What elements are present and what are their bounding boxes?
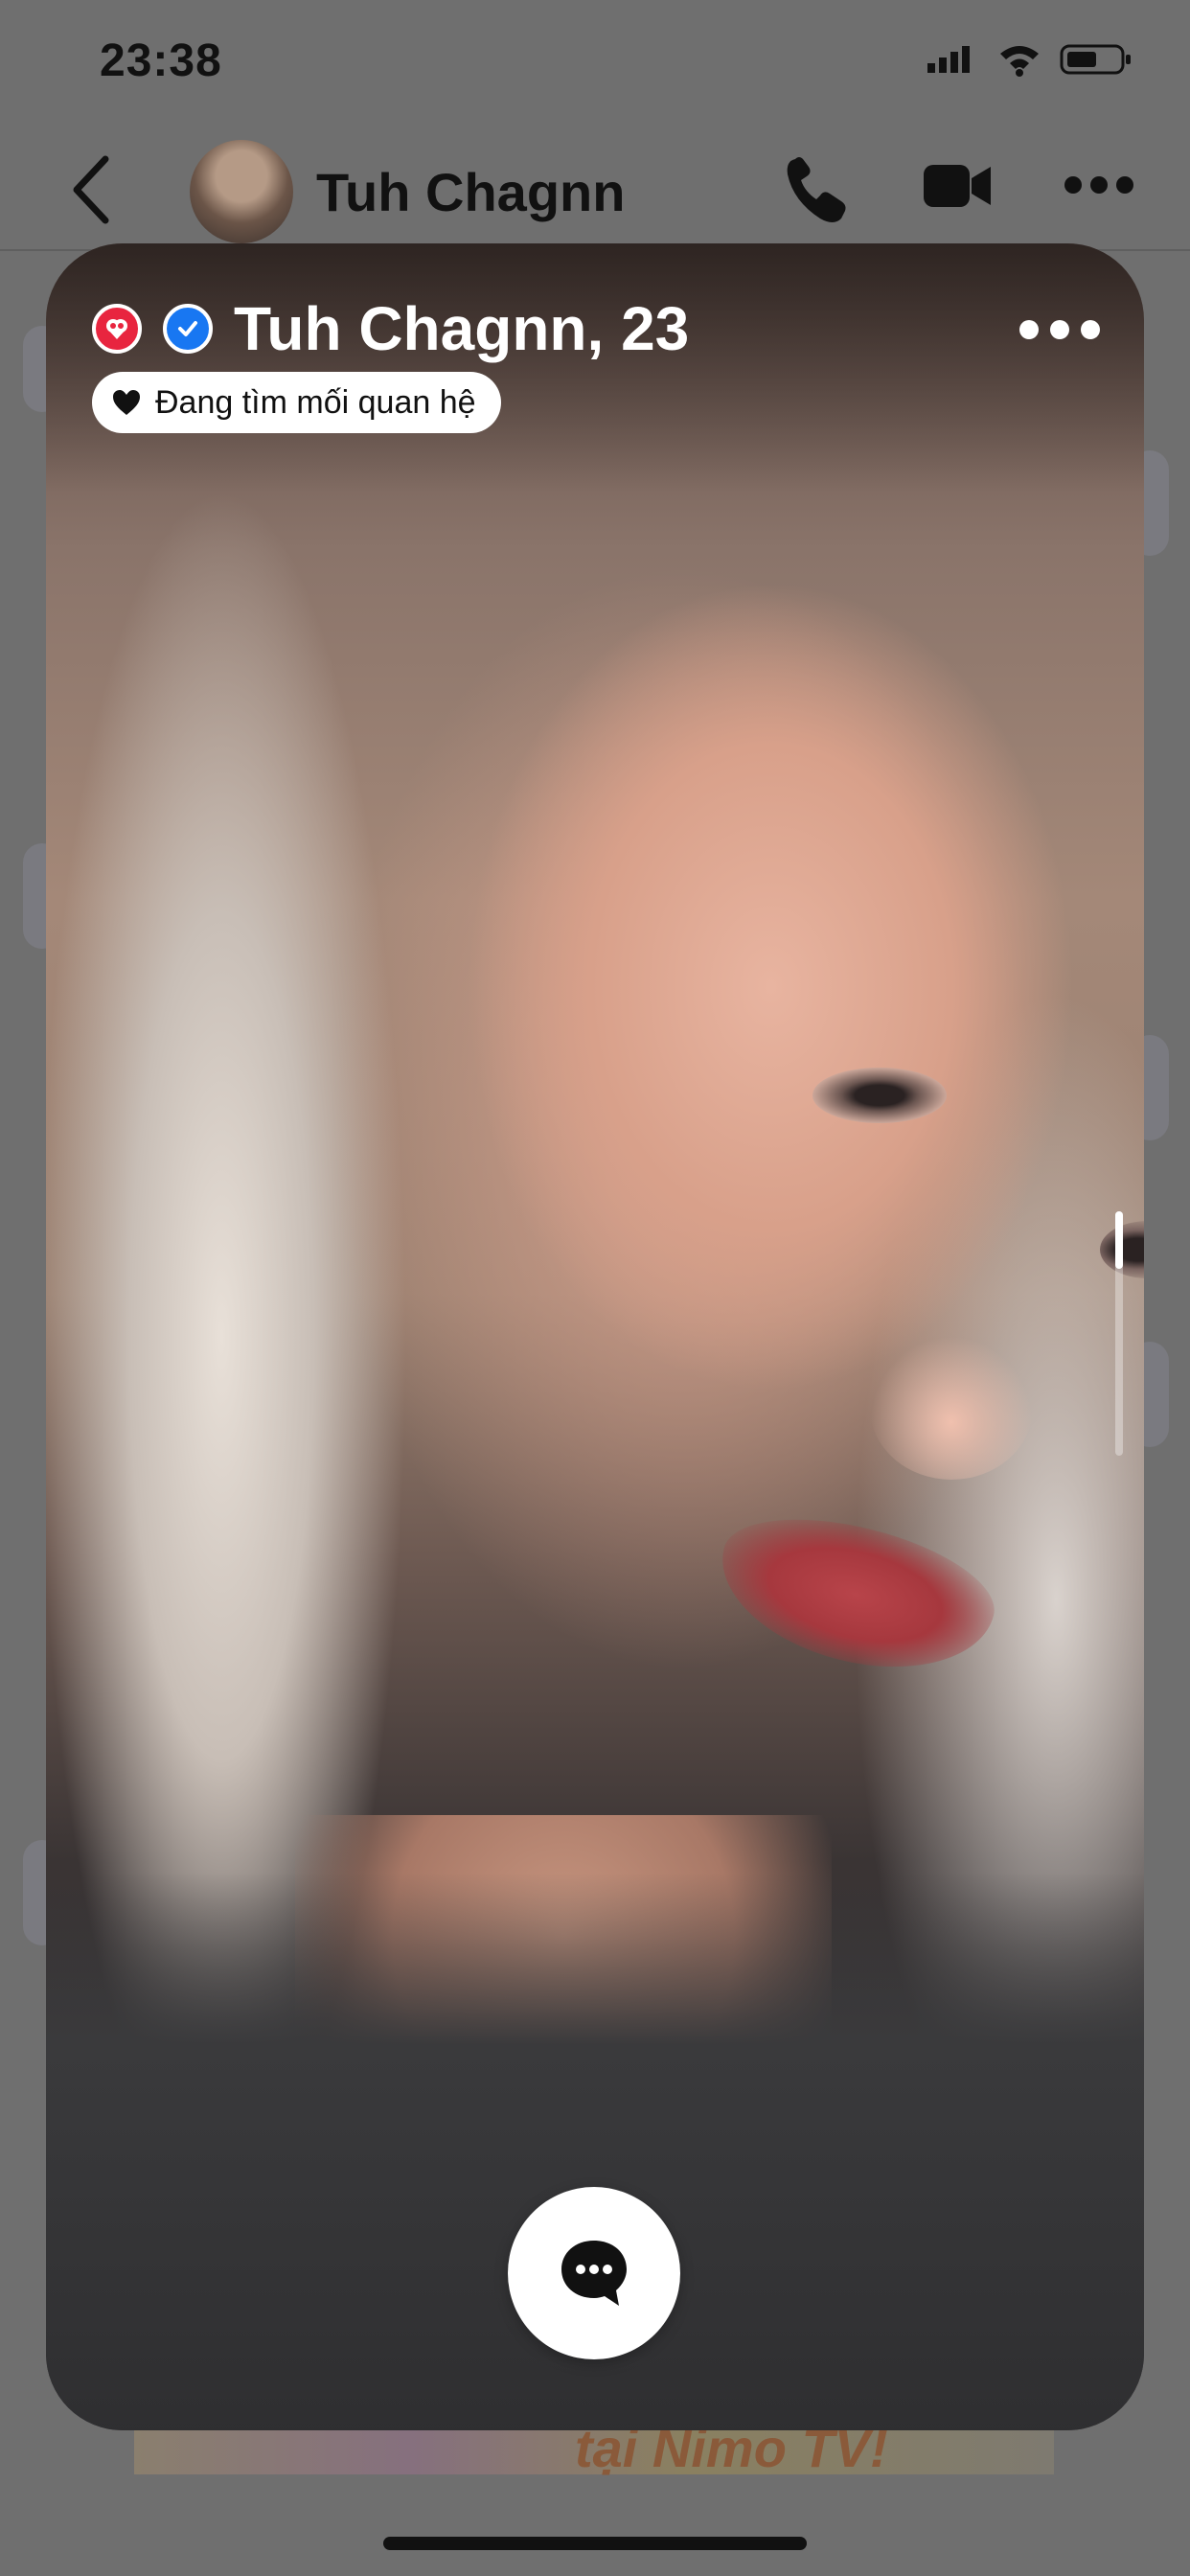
photo-scroll-thumb[interactable] (1115, 1211, 1123, 1269)
profile-title-row: Tuh Chagnn, 23 (92, 293, 689, 364)
signal-icon (927, 46, 970, 73)
verified-check-icon (163, 304, 213, 354)
photo-shading (812, 1068, 947, 1123)
more-dot (1019, 320, 1039, 339)
phone-icon (787, 157, 846, 222)
status-icons (927, 42, 1133, 77)
status-bar: 23:38 (0, 0, 1190, 134)
video-camera-icon (924, 165, 991, 207)
wifi-icon (1000, 46, 1039, 77)
more-button[interactable] (1064, 174, 1134, 200)
chevron-left-icon (73, 155, 109, 224)
video-call-button[interactable] (922, 161, 995, 216)
home-indicator (383, 2537, 807, 2550)
relationship-intent-chip: Đang tìm mối quan hệ (92, 372, 501, 433)
photo-top-gradient (46, 243, 1144, 493)
photo-shading (870, 1336, 1033, 1480)
call-button[interactable] (782, 151, 851, 233)
chat-header: Tuh Chagnn (0, 134, 1190, 251)
profile-card[interactable]: Tuh Chagnn, 23 Đang tìm mối quan hệ (46, 243, 1144, 2430)
chat-bubble-icon (561, 2241, 627, 2306)
avatar[interactable] (190, 140, 293, 243)
back-button[interactable] (63, 151, 121, 228)
status-time: 23:38 (100, 35, 222, 86)
profile-name-age: Tuh Chagnn, 23 (234, 294, 690, 363)
heart-icon (113, 390, 140, 415)
profile-more-button[interactable] (1019, 320, 1100, 339)
more-dot (1050, 320, 1069, 339)
more-dot (1081, 320, 1100, 339)
more-horizontal-icon (1064, 176, 1133, 194)
battery-icon (1060, 44, 1131, 75)
chat-button[interactable] (508, 2187, 680, 2359)
contact-name[interactable]: Tuh Chagnn (316, 161, 625, 223)
photo-shading (704, 1496, 1007, 1693)
intent-label: Đang tìm mối quan hệ (155, 383, 476, 421)
dating-heart-icon (92, 304, 142, 354)
